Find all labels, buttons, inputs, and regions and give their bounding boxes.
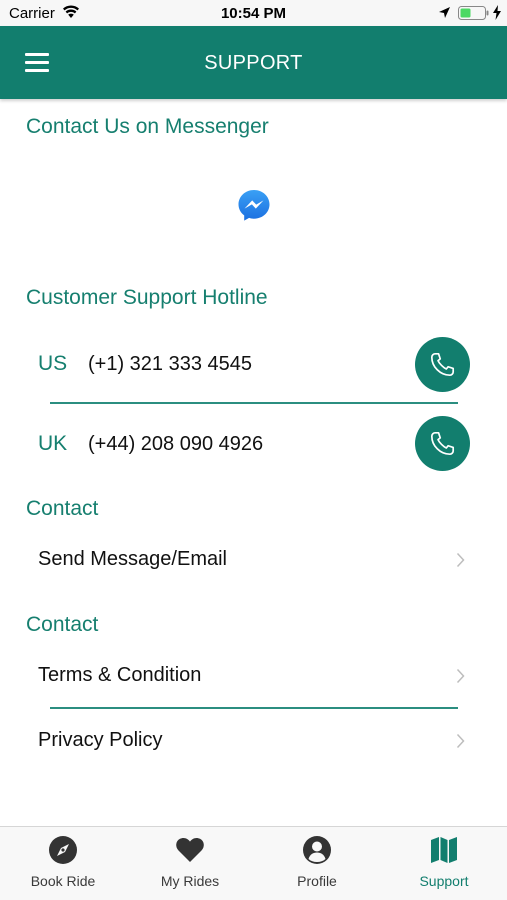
legal-section-title: Contact [26,613,99,636]
call-us-button[interactable] [415,337,470,392]
battery-icon [458,6,489,20]
user-icon [303,836,331,864]
country-code-us: US [38,352,68,375]
country-code-uk: UK [38,432,68,455]
tab-label: Support [419,873,469,889]
tab-label: Book Ride [30,873,96,889]
messenger-icon[interactable] [236,187,272,223]
send-message-label: Send Message/Email [38,548,227,570]
tab-label: My Rides [160,873,220,889]
chevron-right-icon [456,552,465,568]
status-time: 10:54 PM [220,5,287,22]
tab-book-ride[interactable]: Book Ride [0,827,126,900]
app-header: SUPPORT [0,26,507,99]
divider [50,402,458,404]
tab-profile[interactable]: Profile [254,827,380,900]
charging-bolt-icon [493,5,501,20]
tab-my-rides[interactable]: My Rides [127,827,253,900]
messenger-section-title: Contact Us on Messenger [26,115,269,138]
location-arrow-icon [439,7,450,18]
send-message-row[interactable]: Send Message/Email [0,538,507,582]
chevron-right-icon [456,733,465,749]
privacy-label: Privacy Policy [38,729,163,751]
page-title: SUPPORT [204,52,303,74]
contact-section-title: Contact [26,497,99,520]
compass-icon [49,836,77,864]
map-icon [431,837,457,863]
tab-label: Profile [297,873,337,889]
terms-label: Terms & Condition [38,664,202,686]
privacy-row[interactable]: Privacy Policy [0,719,507,763]
tab-support[interactable]: Support [381,827,507,900]
divider [50,707,458,709]
tab-bar: Book Ride My Rides Profile Support [0,826,507,900]
phone-icon [430,352,455,377]
hotline-section-title: Customer Support Hotline [26,286,268,309]
heart-icon [176,838,204,862]
chevron-right-icon [456,668,465,684]
phone-number-uk: (+44) 208 090 4926 [88,433,264,455]
phone-number-us: (+1) 321 333 4545 [88,353,253,375]
call-uk-button[interactable] [415,416,470,471]
status-bar: Carrier 10:54 PM [0,0,507,26]
phone-icon [430,431,455,456]
terms-row[interactable]: Terms & Condition [0,654,507,698]
